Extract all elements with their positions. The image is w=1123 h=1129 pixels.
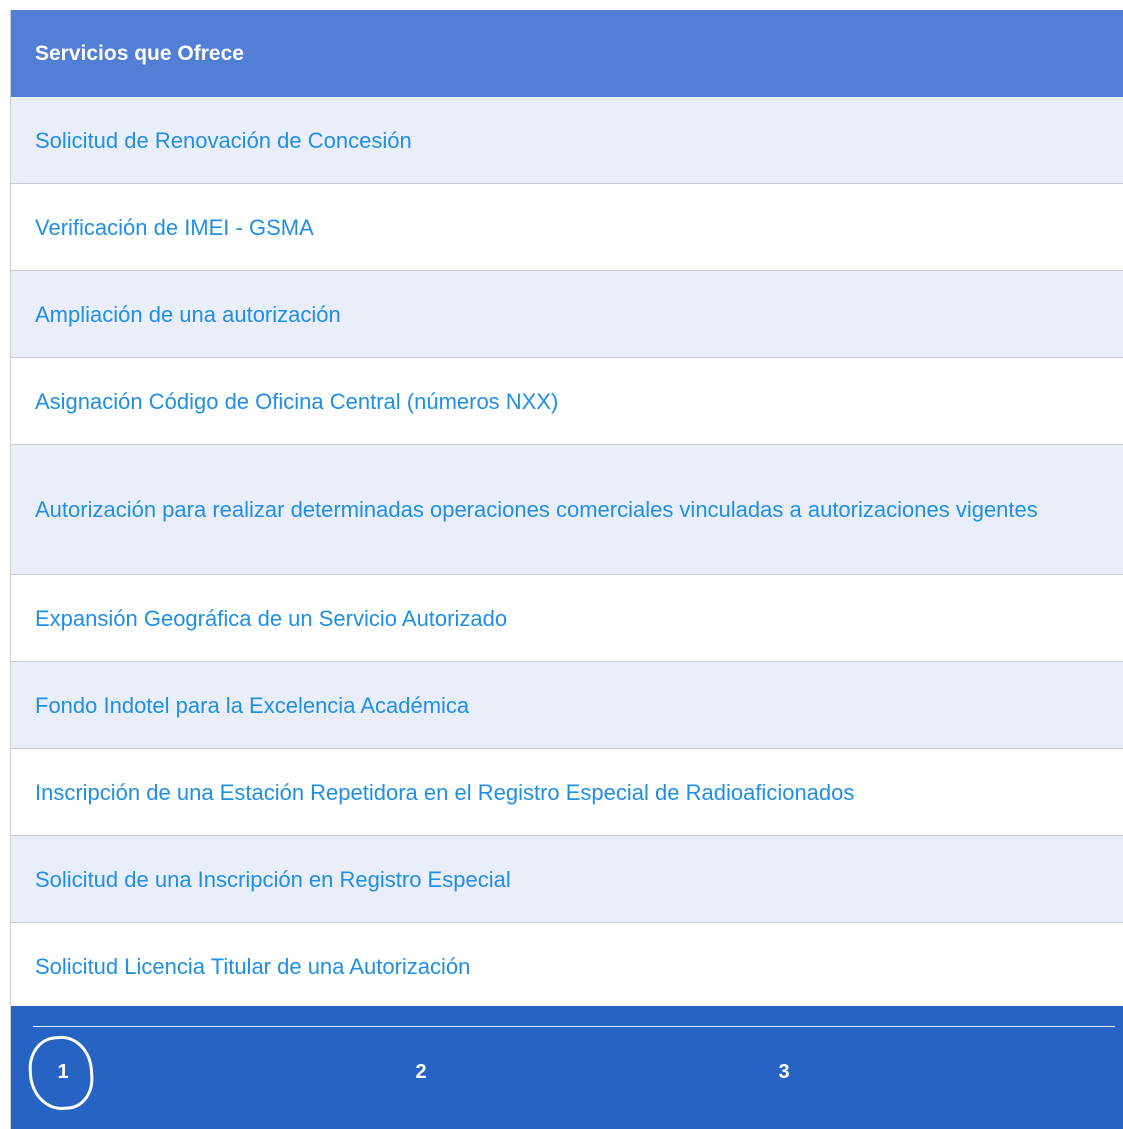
list-item: Ampliación de una autorización — [11, 271, 1123, 358]
list-item: Solicitud Licencia Titular de una Autori… — [11, 923, 1123, 1010]
pagination-divider — [33, 1026, 1115, 1027]
services-panel: Servicios que Ofrece Solicitud de Renova… — [10, 10, 1123, 1129]
service-link-licencia-titular[interactable]: Solicitud Licencia Titular de una Autori… — [35, 945, 470, 988]
service-link-verificacion-imei[interactable]: Verificación de IMEI - GSMA — [35, 206, 314, 249]
list-item: Asignación Código de Oficina Central (nú… — [11, 358, 1123, 445]
list-item: Solicitud de una Inscripción en Registro… — [11, 836, 1123, 923]
list-item: Expansión Geográfica de un Servicio Auto… — [11, 575, 1123, 662]
service-link-operaciones-comerciales[interactable]: Autorización para realizar determinadas … — [35, 488, 1038, 531]
panel-title: Servicios que Ofrece — [11, 10, 1123, 97]
list-item: Verificación de IMEI - GSMA — [11, 184, 1123, 271]
list-item: Fondo Indotel para la Excelencia Académi… — [11, 662, 1123, 749]
service-link-inscripcion-registro[interactable]: Solicitud de una Inscripción en Registro… — [35, 858, 511, 901]
service-link-expansion-geografica[interactable]: Expansión Geográfica de un Servicio Auto… — [35, 597, 507, 640]
service-list: Solicitud de Renovación de Concesión Ver… — [11, 97, 1123, 1010]
list-item: Autorización para realizar determinadas … — [11, 445, 1123, 575]
service-link-renovacion-concesion[interactable]: Solicitud de Renovación de Concesión — [35, 119, 412, 162]
service-link-codigo-oficina-central[interactable]: Asignación Código de Oficina Central (nú… — [35, 380, 558, 423]
service-link-estacion-repetidora[interactable]: Inscripción de una Estación Repetidora e… — [35, 771, 854, 814]
list-item: Solicitud de Renovación de Concesión — [11, 97, 1123, 184]
service-link-fondo-indotel[interactable]: Fondo Indotel para la Excelencia Académi… — [35, 684, 469, 727]
service-link-ampliacion-autorizacion[interactable]: Ampliación de una autorización — [35, 293, 341, 336]
page-button-2[interactable]: 2 — [391, 1048, 451, 1096]
pagination: 1 2 3 — [11, 1006, 1123, 1129]
page-button-3[interactable]: 3 — [754, 1048, 814, 1096]
list-item: Inscripción de una Estación Repetidora e… — [11, 749, 1123, 836]
page-button-1[interactable]: 1 — [33, 1048, 93, 1096]
